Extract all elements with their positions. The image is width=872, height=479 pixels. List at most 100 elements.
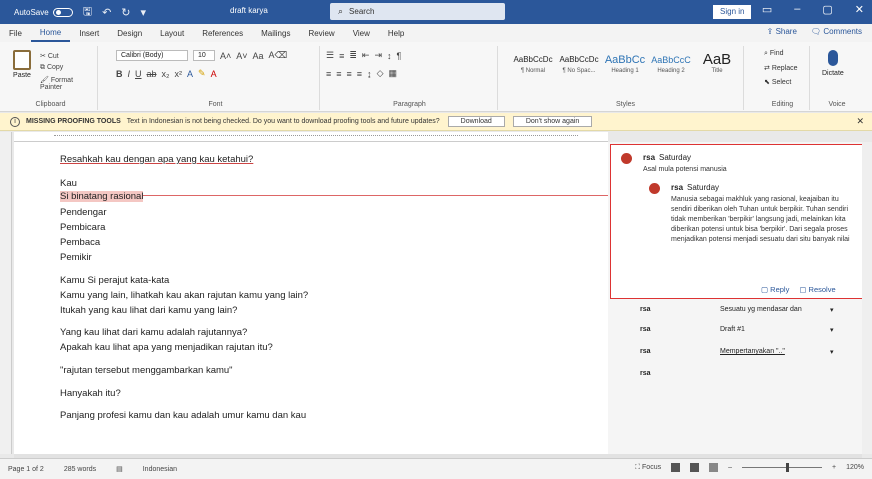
- doc-line[interactable]: Pemikir: [60, 252, 92, 263]
- decrease-indent-icon[interactable]: ⇤: [362, 50, 370, 61]
- style-title[interactable]: AaB Title: [696, 52, 738, 75]
- zoom-slider[interactable]: [742, 463, 822, 472]
- focus-button[interactable]: ⛶ Focus: [635, 464, 661, 472]
- doc-line[interactable]: Kamu yang lain, lihatkah kau akan rajuta…: [60, 290, 308, 301]
- comment-collapsed[interactable]: rsa Sesuatu yg mendasar dan ▾: [640, 306, 840, 314]
- doc-line[interactable]: Pembaca: [60, 237, 100, 248]
- text-effects-icon[interactable]: A: [187, 69, 193, 79]
- find-button[interactable]: ⌕ Find: [764, 50, 784, 58]
- vertical-scrollbar[interactable]: [862, 142, 872, 454]
- align-left-icon[interactable]: ≡: [326, 69, 331, 79]
- comment-collapsed[interactable]: rsa Mempertanyakan ".." ▾: [640, 348, 840, 356]
- style-heading-2[interactable]: AaBbCcC Heading 2: [650, 52, 692, 74]
- subscript-icon[interactable]: x₂: [162, 69, 170, 79]
- paste-button[interactable]: Paste: [10, 50, 34, 88]
- zoom-in-button[interactable]: +: [832, 464, 836, 471]
- justify-icon[interactable]: ≡: [357, 69, 362, 79]
- select-button[interactable]: ⬉ Select: [764, 78, 791, 86]
- zoom-level[interactable]: 120%: [846, 464, 864, 471]
- active-comment-card[interactable]: rsa Saturday Asal mula potensi manusia rs…: [610, 144, 868, 299]
- doc-line[interactable]: "rajutan tersebut menggambarkan kamu": [60, 365, 233, 376]
- share-button[interactable]: ⇪ Share: [767, 27, 797, 36]
- shrink-font-icon[interactable]: A˅: [236, 51, 247, 61]
- doc-line[interactable]: Resahkah kau dengan apa yang kau ketahui…: [60, 154, 253, 165]
- reply-button[interactable]: Reply: [761, 285, 789, 294]
- multilevel-list-icon[interactable]: ≣: [349, 50, 357, 61]
- proofing-icon[interactable]: ▤: [116, 465, 123, 473]
- tab-references[interactable]: References: [193, 29, 252, 38]
- show-marks-icon[interactable]: ¶: [396, 51, 401, 61]
- search-input[interactable]: ⌕ Search: [330, 3, 505, 20]
- read-mode-icon[interactable]: [671, 463, 681, 472]
- bullets-icon[interactable]: ☰: [326, 50, 334, 61]
- redo-icon[interactable]: ↻: [121, 6, 130, 19]
- tab-design[interactable]: Design: [108, 29, 151, 38]
- dictate-button[interactable]: Dictate: [822, 50, 844, 77]
- tab-file[interactable]: File: [0, 29, 31, 38]
- tab-home[interactable]: Home: [30, 24, 71, 42]
- grow-font-icon[interactable]: A˄: [220, 51, 231, 61]
- resolve-button[interactable]: Resolve: [799, 285, 836, 294]
- doc-line[interactable]: Pembicara: [60, 222, 105, 233]
- doc-line[interactable]: Kau: [60, 178, 77, 189]
- comment-collapsed[interactable]: rsa Draft #1 ▾: [640, 326, 840, 334]
- tab-insert[interactable]: Insert: [70, 29, 108, 38]
- clear-formatting-icon[interactable]: A⌫: [269, 50, 288, 61]
- word-count[interactable]: 285 words: [64, 466, 96, 473]
- autosave-toggle[interactable]: AutoSave: [14, 7, 73, 17]
- center-icon[interactable]: ≡: [336, 69, 341, 79]
- doc-line[interactable]: Apakah kau lihat apa yang menjadikan raj…: [60, 342, 273, 353]
- align-right-icon[interactable]: ≡: [347, 69, 352, 79]
- dont-show-again-button[interactable]: Don't show again: [512, 116, 593, 127]
- tab-layout[interactable]: Layout: [151, 29, 193, 38]
- numbering-icon[interactable]: ≡: [339, 51, 344, 61]
- underline-icon[interactable]: U: [135, 69, 142, 79]
- doc-line[interactable]: Pendengar: [60, 207, 106, 218]
- document-page[interactable]: Resahkah kau dengan apa yang kau ketahui…: [14, 142, 620, 454]
- zoom-out-button[interactable]: –: [728, 464, 732, 471]
- tab-help[interactable]: Help: [379, 29, 413, 38]
- doc-line[interactable]: Hanyakah itu?: [60, 388, 121, 399]
- font-size-select[interactable]: 10: [193, 50, 215, 61]
- sort-icon[interactable]: ↕: [387, 51, 392, 61]
- shading-icon[interactable]: ◇: [377, 68, 384, 79]
- doc-line[interactable]: Itukah yang kau lihat dari kamu yang lai…: [60, 305, 237, 316]
- tab-mailings[interactable]: Mailings: [252, 29, 299, 38]
- font-color-icon[interactable]: A: [211, 69, 217, 79]
- print-layout-icon[interactable]: [690, 463, 700, 472]
- style-normal[interactable]: AaBbCcDc ¶ Normal: [512, 52, 554, 74]
- strikethrough-icon[interactable]: ab: [147, 69, 157, 79]
- cut-button[interactable]: ✂ Cut: [40, 52, 59, 60]
- doc-line[interactable]: Yang kau lihat dari kamu adalah rajutann…: [60, 327, 247, 338]
- comments-button[interactable]: 🗨 Comments: [811, 27, 862, 36]
- close-icon[interactable]: ✕: [856, 116, 864, 127]
- doc-line-commented[interactable]: Si binatang rasional: [60, 191, 144, 202]
- tab-view[interactable]: View: [344, 29, 379, 38]
- page-count[interactable]: Page 1 of 2: [8, 466, 44, 473]
- maximize-button[interactable]: ▢: [822, 3, 832, 16]
- style-no-spacing[interactable]: AaBbCcDc ¶ No Spac...: [558, 52, 600, 74]
- copy-button[interactable]: ⧉ Copy: [40, 64, 63, 72]
- highlight-icon[interactable]: ✎: [198, 68, 206, 79]
- increase-indent-icon[interactable]: ⇥: [374, 50, 382, 61]
- doc-line[interactable]: Panjang profesi kamu dan kau adalah umur…: [60, 410, 306, 421]
- font-name-select[interactable]: Calibri (Body): [116, 50, 188, 61]
- toggle-switch[interactable]: [52, 7, 73, 17]
- doc-line[interactable]: Kamu Si perajut kata-kata: [60, 275, 169, 286]
- tab-review[interactable]: Review: [299, 29, 343, 38]
- change-case-icon[interactable]: Aa: [253, 51, 264, 61]
- language[interactable]: Indonesian: [143, 466, 177, 473]
- download-button[interactable]: Download: [447, 116, 505, 127]
- replace-button[interactable]: ⇄ Replace: [764, 64, 798, 72]
- line-spacing-icon[interactable]: ↨: [367, 69, 372, 79]
- comment-collapsed[interactable]: rsa: [640, 370, 840, 377]
- borders-icon[interactable]: ▦: [388, 68, 397, 79]
- sign-in-button[interactable]: Sign in: [713, 5, 752, 19]
- format-painter-button[interactable]: 🖌 Format Painter: [40, 76, 97, 91]
- ribbon-display-icon[interactable]: ▭: [762, 3, 772, 16]
- style-heading-1[interactable]: AaBbCc Heading 1: [604, 52, 646, 74]
- minimize-button[interactable]: –: [794, 3, 800, 16]
- customize-toolbar-icon[interactable]: ▾: [141, 6, 147, 19]
- italic-icon[interactable]: I: [128, 69, 131, 79]
- superscript-icon[interactable]: x²: [175, 69, 183, 79]
